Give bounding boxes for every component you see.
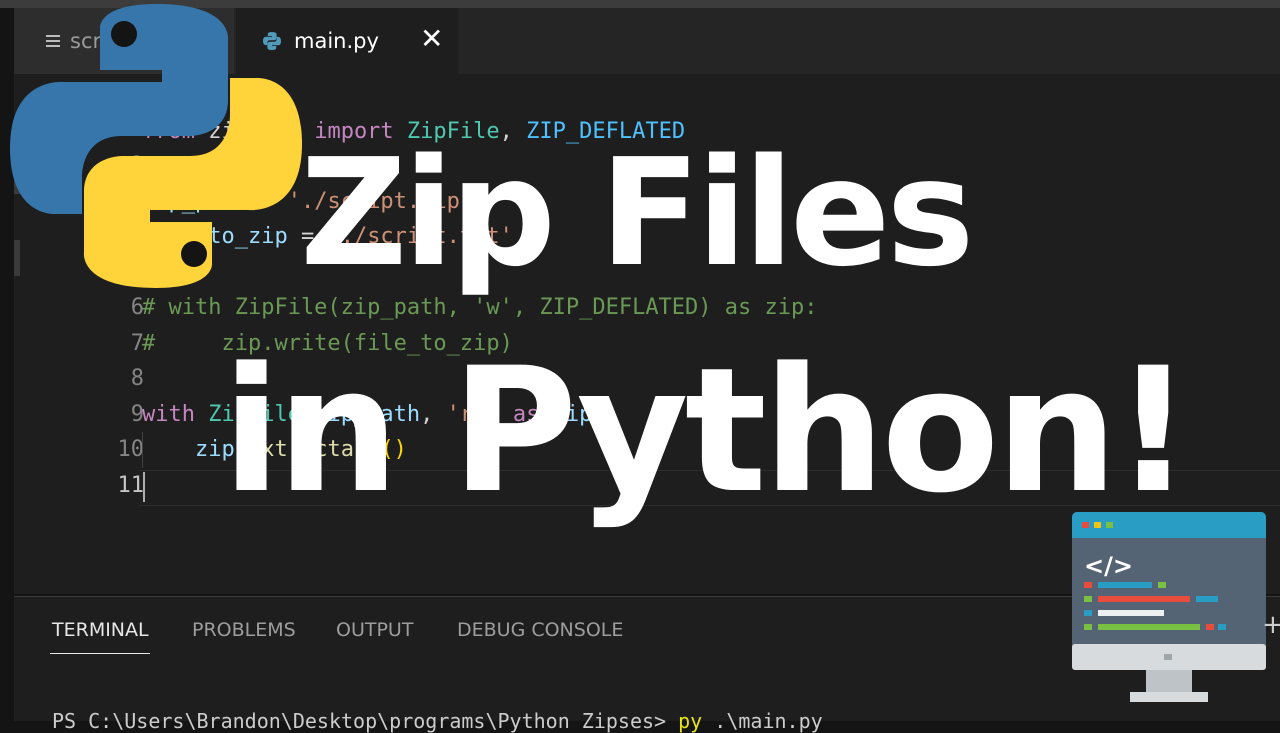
active-tab-underline xyxy=(50,653,150,654)
title-line-1: Zip Files xyxy=(300,127,975,299)
line-number-active: 11 xyxy=(117,473,145,498)
tab-label: main.py xyxy=(294,29,379,53)
python-logo-icon xyxy=(10,4,302,288)
line-number: 9 xyxy=(130,402,144,427)
line-number: 7 xyxy=(130,331,144,356)
line-number: 10 xyxy=(117,437,145,462)
close-icon[interactable]: ✕ xyxy=(420,22,443,55)
add-terminal-icon[interactable]: + xyxy=(1262,610,1280,640)
terminal-command: py xyxy=(678,709,703,733)
tab-debug-console[interactable]: DEBUG CONSOLE xyxy=(457,619,623,641)
title-line-2: in Python! xyxy=(222,330,1192,531)
code-token: with xyxy=(142,402,195,427)
tab-output[interactable]: OUTPUT xyxy=(336,619,413,641)
line-number: 8 xyxy=(130,366,144,391)
text-cursor xyxy=(143,472,145,502)
terminal-prompt: PS C:\Users\Brandon\Desktop\programs\Pyt… xyxy=(52,709,679,733)
code-monitor-icon: </> xyxy=(1072,512,1266,702)
terminal-line[interactable]: PS C:\Users\Brandon\Desktop\programs\Pyt… xyxy=(52,709,823,733)
tab-problems[interactable]: PROBLEMS xyxy=(192,619,296,641)
terminal-args: .\main.py xyxy=(702,709,823,733)
indent-guide xyxy=(142,432,143,468)
svg-text:</>: </> xyxy=(1084,552,1133,580)
line-number: 6 xyxy=(130,295,144,320)
tab-terminal[interactable]: TERMINAL xyxy=(52,619,149,641)
